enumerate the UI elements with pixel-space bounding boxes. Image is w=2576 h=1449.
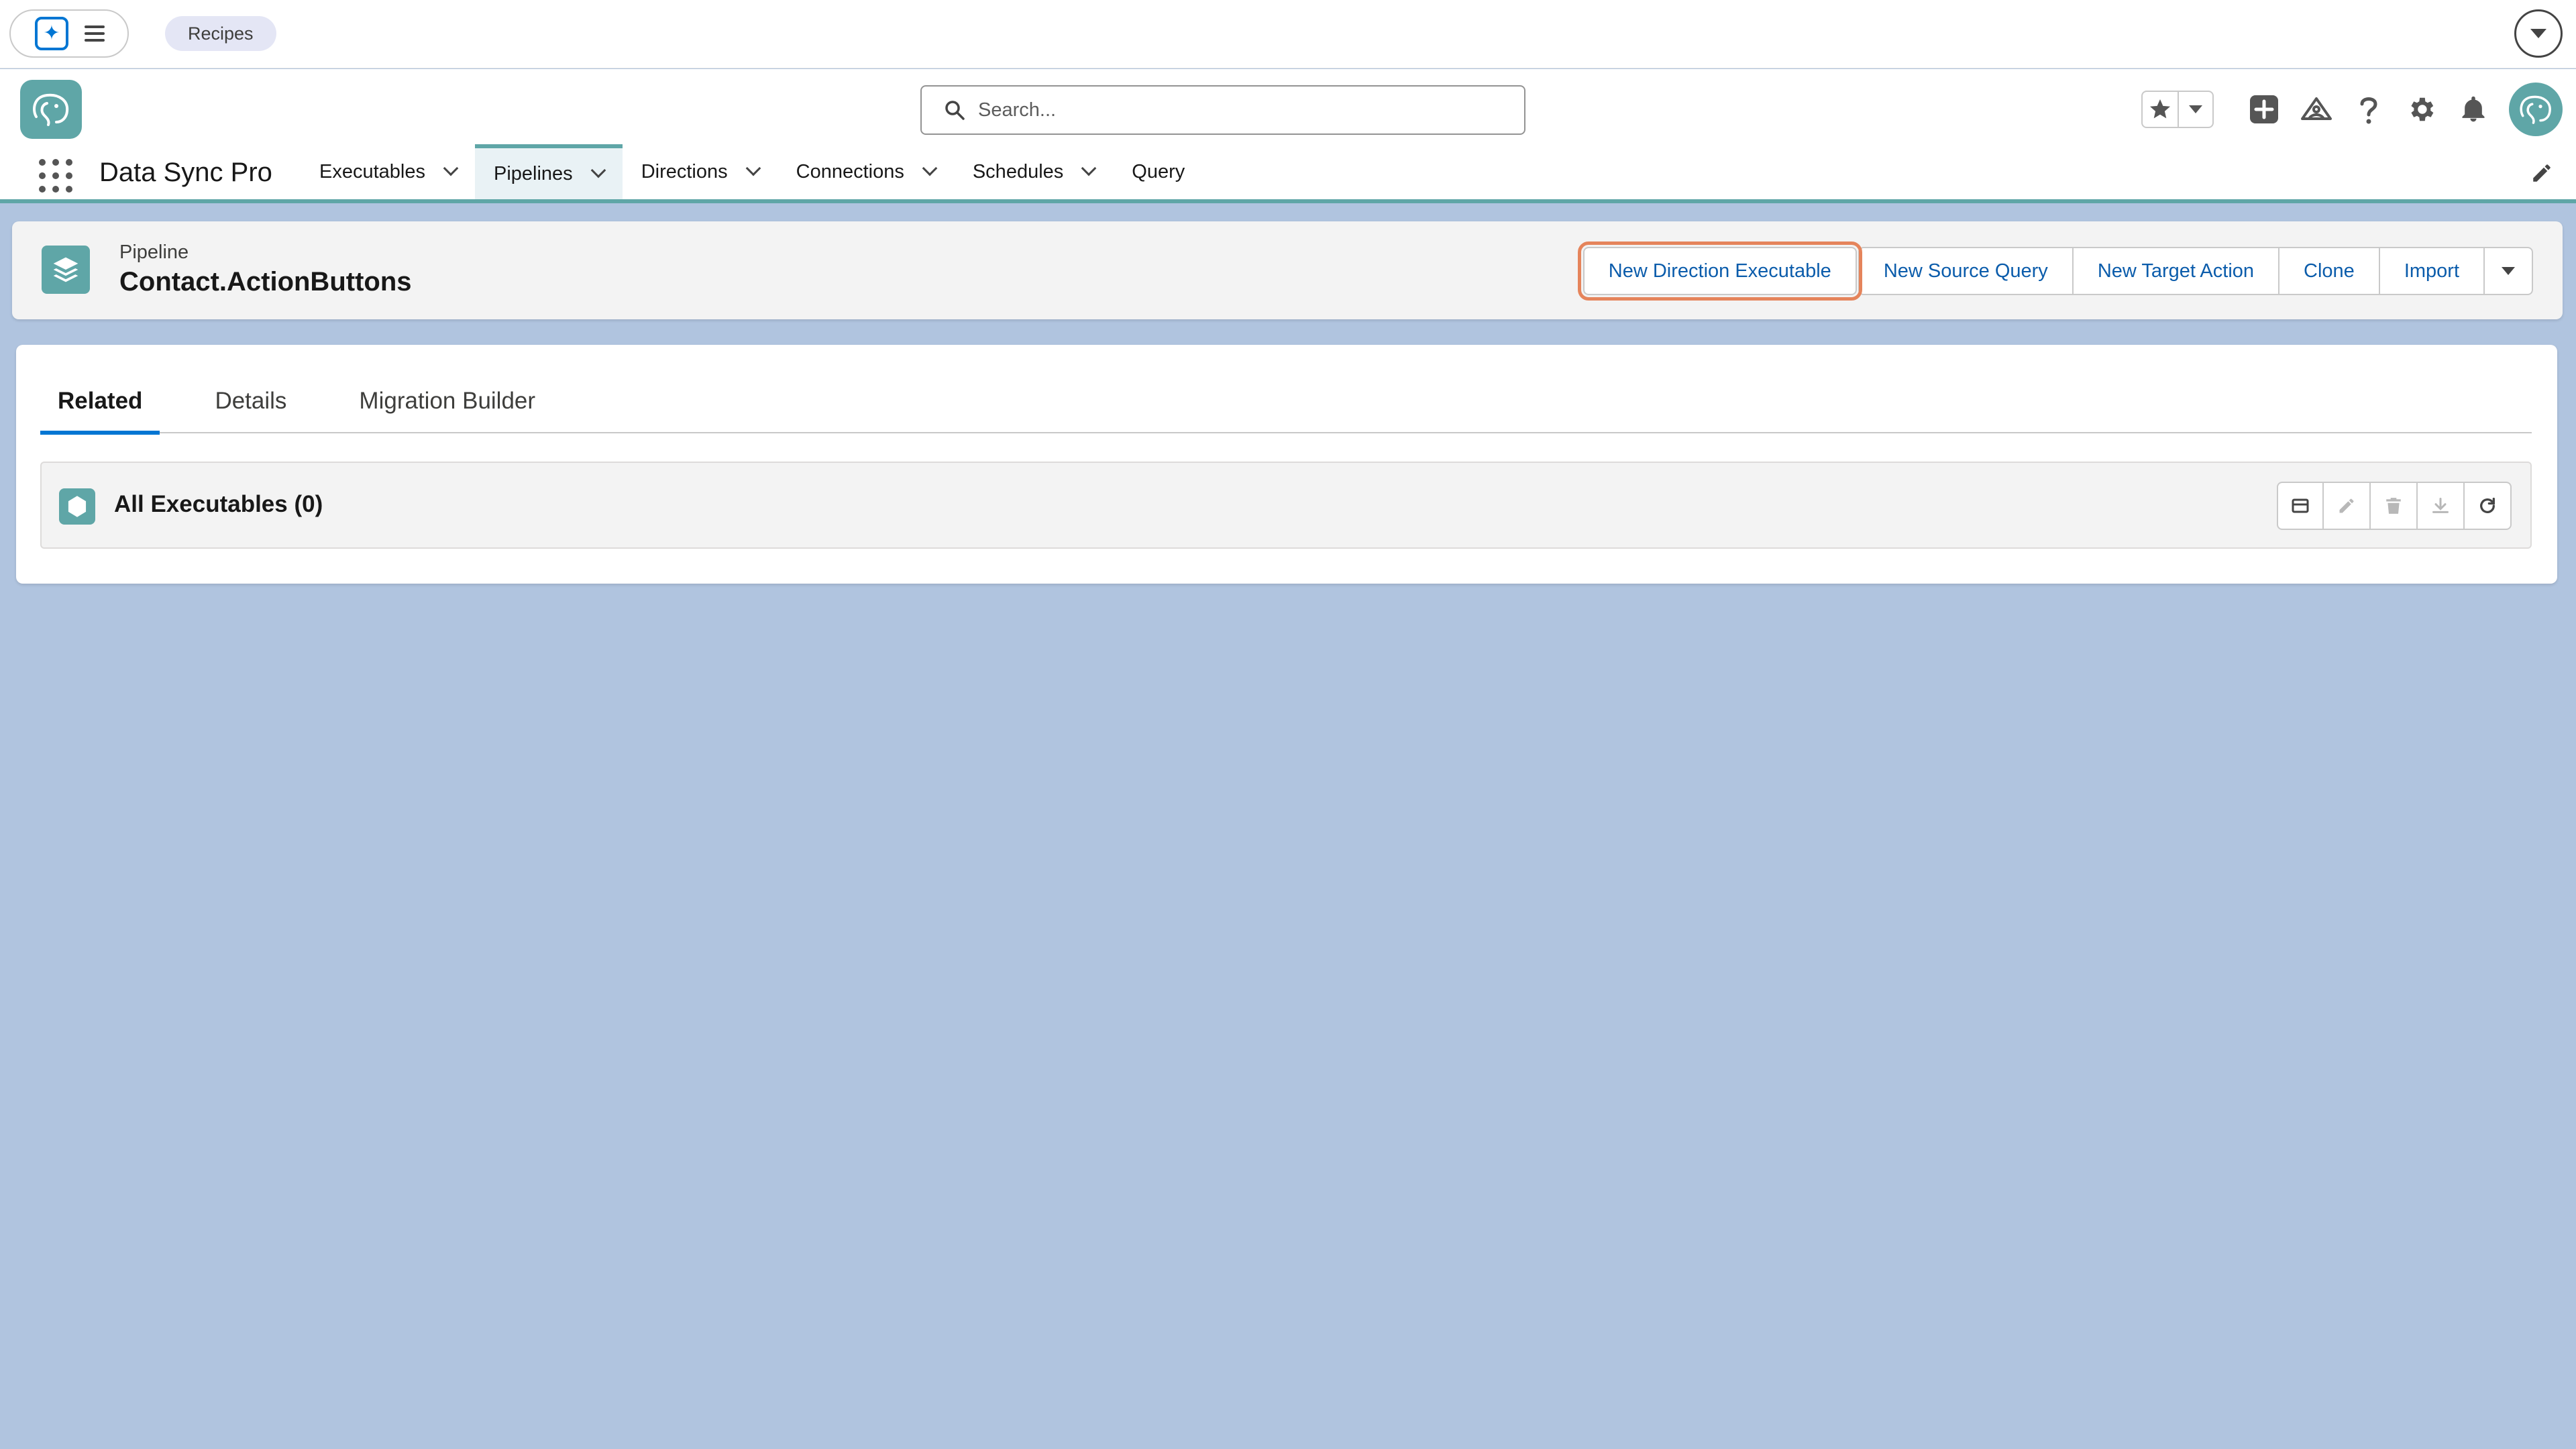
utility-bar: ✦ Recipes — [0, 0, 2576, 68]
import-button[interactable]: Import — [2379, 247, 2485, 295]
refresh-icon[interactable] — [2465, 482, 2512, 530]
download-icon[interactable] — [2418, 482, 2465, 530]
record-tabs: Related Details Migration Builder — [40, 369, 2532, 435]
caret-down-icon[interactable] — [2177, 92, 2212, 127]
app-name: Data Sync Pro — [99, 158, 272, 187]
clone-button[interactable]: Clone — [2279, 247, 2380, 295]
chevron-down-icon[interactable] — [443, 160, 459, 176]
executable-hexagon-icon — [59, 488, 95, 525]
edit-nav-pencil-icon[interactable] — [2530, 162, 2553, 188]
bell-icon[interactable] — [2447, 83, 2500, 136]
add-icon[interactable] — [2238, 83, 2290, 136]
related-list-title[interactable]: All Executables (0) — [114, 491, 323, 518]
nav-item-executables[interactable]: Executables — [301, 144, 475, 199]
trailhead-icon[interactable] — [2290, 83, 2343, 136]
more-actions-button[interactable] — [2485, 247, 2533, 295]
new-source-query-button[interactable]: New Source Query — [1858, 247, 2074, 295]
record-title: Contact.ActionButtons — [119, 267, 412, 297]
nav-item-label: Executables — [319, 160, 425, 182]
nav-item-label: Pipelines — [494, 162, 573, 184]
user-avatar[interactable] — [2509, 83, 2563, 136]
global-header — [0, 69, 2576, 151]
sparkle-icon[interactable]: ✦ — [35, 17, 68, 50]
nav-item-label: Schedules — [972, 160, 1064, 182]
search-input[interactable] — [978, 99, 1501, 121]
app-navigation-bar: Data Sync Pro Executables Pipelines Dire… — [0, 144, 2576, 203]
recipes-pill[interactable]: Recipes — [165, 16, 276, 51]
nav-item-directions[interactable]: Directions — [623, 144, 777, 199]
help-icon[interactable] — [2343, 83, 2395, 136]
chevron-down-icon — [2530, 29, 2546, 38]
new-record-icon[interactable] — [2277, 482, 2324, 530]
caret-down-icon — [2502, 267, 2515, 275]
expand-chevron-button[interactable] — [2514, 9, 2563, 58]
chevron-down-icon[interactable] — [745, 160, 761, 176]
app-launcher-waffle-icon[interactable] — [39, 159, 72, 193]
new-direction-executable-button[interactable]: New Direction Executable — [1577, 241, 1862, 301]
tab-details[interactable]: Details — [197, 369, 304, 433]
chevron-down-icon[interactable] — [590, 162, 606, 178]
nav-item-connections[interactable]: Connections — [777, 144, 954, 199]
nav-item-label: Connections — [796, 160, 904, 182]
delete-icon[interactable] — [2371, 482, 2418, 530]
global-search[interactable] — [920, 85, 1525, 135]
nav-items: Executables Pipelines Directions Connect… — [301, 144, 1203, 199]
nav-item-schedules[interactable]: Schedules — [954, 144, 1113, 199]
tab-migration-builder[interactable]: Migration Builder — [341, 369, 553, 433]
record-type-label: Pipeline — [119, 241, 189, 263]
app-launcher-pill[interactable]: ✦ — [9, 9, 129, 58]
search-icon — [945, 101, 965, 120]
record-header: Pipeline Contact.ActionButtons New Direc… — [12, 221, 2563, 319]
elephant-logo-icon[interactable] — [20, 80, 82, 139]
record-actions: New Direction Executable New Source Quer… — [1577, 241, 2533, 301]
edit-icon[interactable] — [2324, 482, 2371, 530]
nav-item-pipelines[interactable]: Pipelines — [475, 144, 623, 199]
tab-related[interactable]: Related — [40, 369, 160, 435]
chevron-down-icon[interactable] — [1081, 160, 1097, 176]
header-icons — [2141, 83, 2563, 136]
new-target-action-button[interactable]: New Target Action — [2073, 247, 2280, 295]
favorites-group — [2141, 91, 2214, 128]
pipeline-layers-icon — [42, 246, 90, 294]
star-icon[interactable] — [2143, 92, 2178, 127]
hamburger-menu-icon[interactable] — [85, 25, 105, 42]
settings-gear-icon[interactable] — [2395, 83, 2447, 136]
record-detail-card: Related Details Migration Builder All Ex… — [16, 345, 2557, 584]
nav-item-label: Directions — [641, 160, 728, 182]
nav-item-label: Query — [1132, 160, 1185, 182]
related-list-executables: All Executables (0) — [40, 462, 2532, 549]
chevron-down-icon[interactable] — [922, 160, 938, 176]
nav-item-query[interactable]: Query — [1113, 144, 1203, 199]
related-list-toolbar — [2277, 482, 2512, 530]
